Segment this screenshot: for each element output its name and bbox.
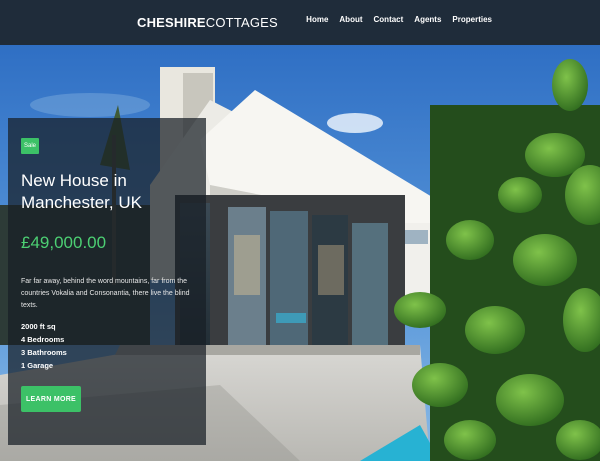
feature-garage: 1 Garage [21, 361, 54, 370]
sale-badge: Sale [21, 138, 39, 154]
learn-more-button[interactable]: LEARN MORE [21, 386, 81, 412]
top-navbar: CHESHIRECOTTAGES Home About Contact Agen… [0, 0, 600, 45]
listing-description: Far far away, behind the word mountains,… [21, 278, 190, 309]
listing-card: Sale New House in Manchester, UK £49,000… [8, 118, 206, 445]
brand-name-light: COTTAGES [205, 15, 278, 30]
feature-bathrooms: 3 Bathrooms [21, 348, 67, 357]
nav-about[interactable]: About [339, 15, 362, 24]
feature-list: 2000 ft sq 4 Bedrooms 3 Bathrooms 1 Gara… [21, 320, 67, 372]
nav-home[interactable]: Home [306, 15, 328, 24]
main-nav: Home About Contact Agents Properties [306, 15, 492, 24]
nav-contact[interactable]: Contact [374, 15, 404, 24]
nav-properties[interactable]: Properties [452, 15, 492, 24]
site-logo[interactable]: CHESHIRECOTTAGES [137, 15, 278, 30]
listing-price: £49,000.00 [21, 233, 107, 252]
feature-area: 2000 ft sq [21, 322, 56, 331]
brand-name-bold: CHESHIRE [137, 15, 206, 30]
nav-agents[interactable]: Agents [414, 15, 441, 24]
listing-title: New House in Manchester, UK [21, 171, 142, 212]
feature-bedrooms: 4 Bedrooms [21, 335, 65, 344]
